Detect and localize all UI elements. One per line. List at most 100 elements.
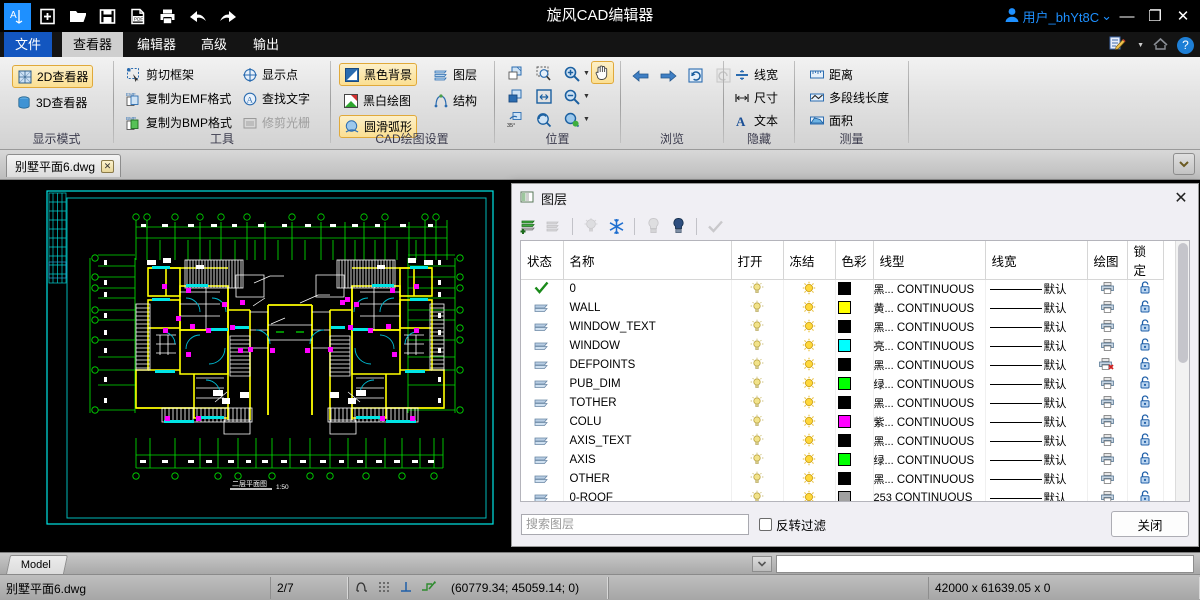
tab-advanced[interactable]: 高级	[190, 32, 238, 57]
undo-icon[interactable]	[184, 3, 211, 30]
layer-grid-scroll-area[interactable]: 状态 名称 打开 冻结 色彩 线型 线宽 绘图 锁定 0 黑... CONTINU…	[521, 241, 1189, 501]
cell-color[interactable]	[835, 336, 874, 356]
table-row[interactable]: WALL 黄... CONTINUOUS 默认	[521, 298, 1164, 318]
cell-layer-name[interactable]: COLU	[563, 412, 732, 432]
cell-status[interactable]	[521, 488, 564, 501]
ribbon-item-lineweight[interactable]: 线宽	[730, 63, 782, 86]
cell-layer-name[interactable]: OTHER	[563, 469, 732, 489]
ribbon-item-area[interactable]: 面积	[805, 109, 857, 132]
cell-on[interactable]	[731, 279, 784, 299]
cell-color[interactable]	[835, 431, 874, 451]
cell-freeze[interactable]	[783, 450, 836, 470]
cell-on[interactable]	[731, 412, 784, 432]
ribbon-item-black-background[interactable]: 黑色背景	[339, 63, 418, 86]
ribbon-item-text[interactable]: A 文本	[730, 109, 782, 132]
cell-layer-name[interactable]: AXIS_TEXT	[563, 431, 732, 451]
column-header-color[interactable]: 色彩	[835, 241, 874, 280]
print-icon[interactable]	[154, 3, 181, 30]
user-account-menu[interactable]: 用户_bhYt8C ⌄	[1003, 6, 1112, 27]
cell-status[interactable]	[521, 298, 564, 318]
document-tab[interactable]: 别墅平面6.dwg ✕	[6, 154, 122, 177]
annotate-dropdown-caret-icon[interactable]: ▼	[1137, 42, 1144, 49]
cell-on[interactable]	[731, 374, 784, 394]
cell-on[interactable]	[731, 393, 784, 413]
search-layer-input[interactable]	[521, 513, 749, 535]
cell-lineweight[interactable]: 默认	[985, 412, 1088, 432]
close-icon[interactable]: ✕	[101, 159, 115, 173]
previous-arrow-icon[interactable]	[629, 65, 651, 87]
cell-color[interactable]	[835, 374, 874, 394]
layer-grid[interactable]: 状态 名称 打开 冻结 色彩 线型 线宽 绘图 锁定 0 黑... CONTINU…	[520, 240, 1190, 502]
ribbon-item-structure[interactable]: 结构	[429, 89, 481, 112]
table-row[interactable]: WINDOW_TEXT 黑... CONTINUOUS 默认	[521, 317, 1164, 337]
cell-lineweight[interactable]: 默认	[985, 431, 1088, 451]
cell-lock[interactable]	[1127, 431, 1164, 451]
cell-plot[interactable]	[1087, 317, 1128, 337]
cell-freeze[interactable]	[783, 298, 836, 318]
cell-on[interactable]	[731, 317, 784, 337]
cell-status[interactable]	[521, 431, 564, 451]
zoom-out-caret-icon[interactable]: ▼	[583, 93, 590, 100]
cell-freeze[interactable]	[783, 317, 836, 337]
cell-color[interactable]	[835, 317, 874, 337]
tab-file[interactable]: 文件	[4, 32, 53, 57]
table-row[interactable]: DEFPOINTS 黑... CONTINUOUS 默认	[521, 355, 1164, 375]
cell-linetype[interactable]: 黑... CONTINUOUS	[873, 393, 986, 413]
cell-linetype[interactable]: 黑... CONTINUOUS	[873, 469, 986, 489]
cell-layer-name[interactable]: TOTHER	[563, 393, 732, 413]
maximize-button[interactable]: ❐	[1142, 0, 1168, 32]
cell-status[interactable]	[521, 279, 564, 299]
cell-layer-name[interactable]: 0-ROOF	[563, 488, 732, 501]
cell-color[interactable]	[835, 393, 874, 413]
cell-on[interactable]	[731, 355, 784, 375]
cell-plot[interactable]	[1087, 336, 1128, 356]
tab-editor[interactable]: 编辑器	[126, 32, 187, 57]
ribbon-item-2d-viewer[interactable]: 2D查看器	[12, 65, 94, 88]
cell-lineweight[interactable]: 默认	[985, 374, 1088, 394]
cell-plot[interactable]	[1087, 412, 1128, 432]
column-header-lock[interactable]: 锁定	[1127, 241, 1164, 280]
cell-linetype[interactable]: 黑... CONTINUOUS	[873, 431, 986, 451]
table-row[interactable]: 0 黑... CONTINUOUS 默认	[521, 279, 1164, 299]
model-tab-dropdown[interactable]	[752, 556, 772, 572]
zoom-window-icon[interactable]	[505, 63, 527, 85]
zoom-select-icon[interactable]	[533, 63, 555, 85]
zoom-in-icon[interactable]	[561, 63, 583, 85]
cell-linetype[interactable]: 绿... CONTINUOUS	[873, 450, 986, 470]
command-field[interactable]	[776, 555, 1194, 573]
cell-lock[interactable]	[1127, 317, 1164, 337]
polar-icon[interactable]	[421, 580, 437, 597]
cell-lineweight[interactable]: 默认	[985, 469, 1088, 489]
cell-plot[interactable]	[1087, 450, 1128, 470]
cell-lineweight[interactable]: 默认	[985, 450, 1088, 470]
ribbon-item-3d-viewer[interactable]: 3D查看器	[12, 91, 91, 114]
cell-lock[interactable]	[1127, 279, 1164, 299]
cell-linetype[interactable]: 黑... CONTINUOUS	[873, 279, 986, 299]
cell-lock[interactable]	[1127, 393, 1164, 413]
cell-lineweight[interactable]: 默认	[985, 355, 1088, 375]
cell-layer-name[interactable]: AXIS	[563, 450, 732, 470]
cell-lock[interactable]	[1127, 298, 1164, 318]
cell-status[interactable]	[521, 317, 564, 337]
cell-layer-name[interactable]: WINDOW_TEXT	[563, 317, 732, 337]
cell-plot[interactable]	[1087, 393, 1128, 413]
cell-color[interactable]	[835, 469, 874, 489]
minimize-button[interactable]: —	[1114, 0, 1140, 32]
cell-linetype[interactable]: 紫... CONTINUOUS	[873, 412, 986, 432]
close-dialog-button[interactable]: 关闭	[1111, 511, 1189, 537]
cell-color[interactable]	[835, 488, 874, 501]
cell-color[interactable]	[835, 412, 874, 432]
cell-lock[interactable]	[1127, 336, 1164, 356]
cell-status[interactable]	[521, 336, 564, 356]
close-button[interactable]: ✕	[1170, 0, 1196, 32]
document-tab-dropdown[interactable]	[1173, 153, 1195, 175]
annotate-icon[interactable]	[1108, 35, 1128, 55]
cell-lock[interactable]	[1127, 355, 1164, 375]
cell-lineweight[interactable]: 默认	[985, 298, 1088, 318]
cell-lock[interactable]	[1127, 450, 1164, 470]
cell-status[interactable]	[521, 355, 564, 375]
column-header-plot[interactable]: 绘图	[1087, 241, 1128, 280]
table-row[interactable]: TOTHER 黑... CONTINUOUS 默认	[521, 393, 1164, 413]
cell-linetype[interactable]: 绿... CONTINUOUS	[873, 374, 986, 394]
cell-plot[interactable]	[1087, 488, 1128, 501]
